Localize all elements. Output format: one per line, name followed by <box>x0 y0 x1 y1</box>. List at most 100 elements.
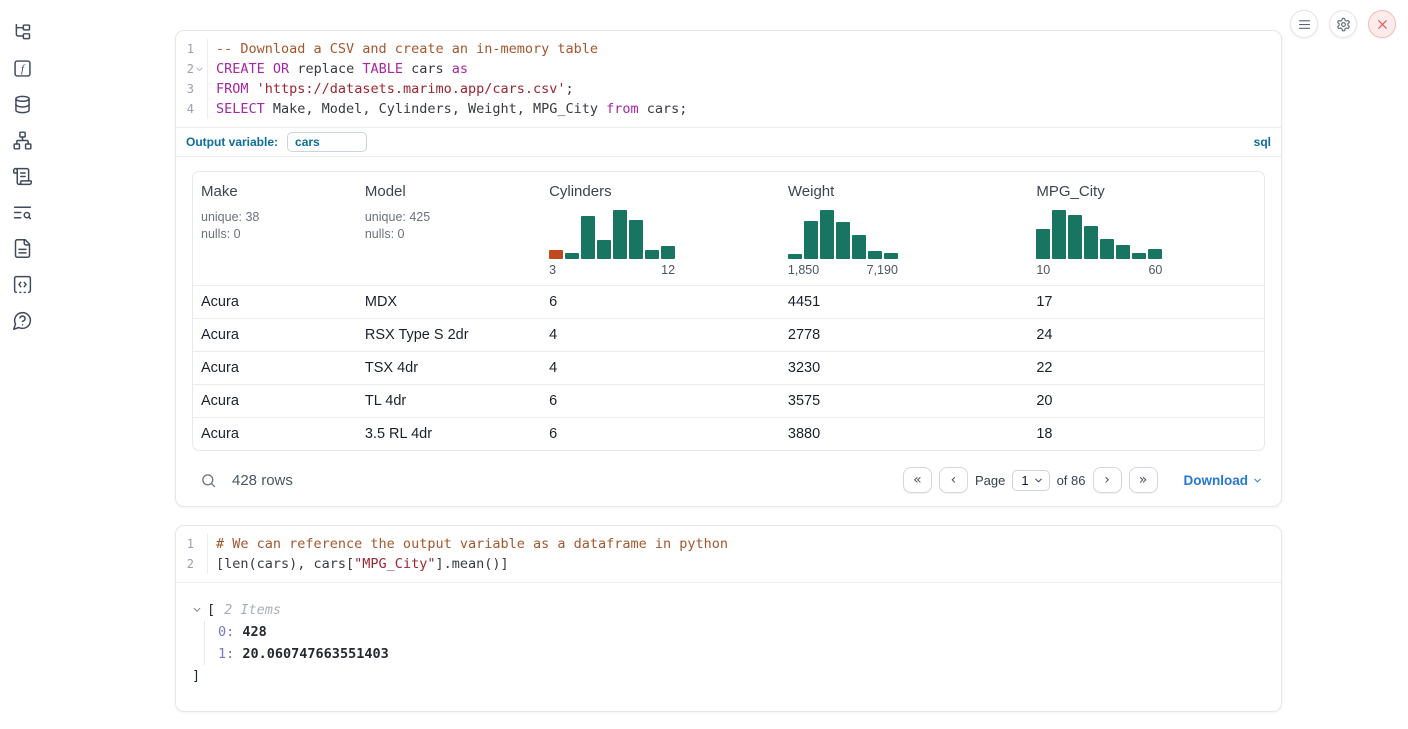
page-label: Page <box>975 473 1005 488</box>
histogram-bar[interactable] <box>868 251 882 259</box>
table-row[interactable]: Acura3.5 RL 4dr6388018 <box>193 417 1264 450</box>
settings-gear-icon[interactable] <box>1329 10 1357 38</box>
code-lines[interactable]: # We can reference the output variable a… <box>208 534 1281 574</box>
python-output: [ 2 Items 0: 428 1: 20.060747663551403 ] <box>176 582 1281 711</box>
output-variable-label: Output variable: <box>186 135 278 149</box>
histogram-bar[interactable] <box>1100 239 1114 259</box>
histogram-bar[interactable] <box>1132 253 1146 259</box>
data-table: Makeunique: 38nulls: 0Modelunique: 425nu… <box>192 171 1265 451</box>
histogram-bar[interactable] <box>1084 226 1098 259</box>
column-stats: unique: 425nulls: 0 <box>365 209 533 243</box>
logs-search-icon[interactable] <box>11 201 33 223</box>
first-page-button[interactable]: « <box>903 467 932 493</box>
code-line[interactable]: FROM 'https://datasets.marimo.app/cars.c… <box>216 79 1281 99</box>
code-lines[interactable]: -- Download a CSV and create an in-memor… <box>208 39 1281 119</box>
search-icon[interactable] <box>200 472 217 489</box>
file-explorer-icon[interactable] <box>11 21 33 43</box>
output-variable-input[interactable] <box>287 132 367 152</box>
code-line[interactable]: CREATE OR replace TABLE cars as <box>216 59 1281 79</box>
column-histogram[interactable]: 1,8507,190 <box>788 209 898 277</box>
code-line[interactable]: -- Download a CSV and create an in-memor… <box>216 39 1281 59</box>
item-value: 428 <box>242 624 266 640</box>
table-body: AcuraMDX6445117AcuraRSX Type S 2dr427782… <box>193 285 1264 450</box>
histogram-axis-labels: 1,8507,190 <box>788 263 898 277</box>
items-count-label: 2 Items <box>224 599 281 621</box>
table-cell: TL 4dr <box>357 385 541 417</box>
unique-count: unique: 38 <box>201 209 349 226</box>
histogram-bar[interactable] <box>661 246 675 259</box>
column-header-weight[interactable]: Weight1,8507,190 <box>780 172 1028 285</box>
next-page-button[interactable]: › <box>1093 467 1122 493</box>
histogram-bar[interactable] <box>565 253 579 259</box>
axis-max-label: 7,190 <box>867 263 898 277</box>
column-header-model[interactable]: Modelunique: 425nulls: 0 <box>357 172 541 285</box>
result-item: 1: 20.060747663551403 <box>218 643 1265 665</box>
table-cell: MDX <box>357 286 541 318</box>
code-line[interactable]: # We can reference the output variable a… <box>216 534 1281 554</box>
table-cell: 6 <box>541 418 780 450</box>
menu-icon[interactable] <box>1290 10 1318 38</box>
histogram-bar[interactable] <box>836 222 850 259</box>
line-number[interactable]: 2 <box>176 59 207 79</box>
shutdown-close-icon[interactable] <box>1368 10 1396 38</box>
axis-max-label: 60 <box>1148 263 1162 277</box>
sql-code-editor[interactable]: 1234 -- Download a CSV and create an in-… <box>176 31 1281 127</box>
download-button[interactable]: Download <box>1184 473 1264 488</box>
histogram-bar[interactable] <box>629 220 643 259</box>
column-header-make[interactable]: Makeunique: 38nulls: 0 <box>193 172 357 285</box>
column-name: Cylinders <box>549 183 772 200</box>
histogram-bar[interactable] <box>1036 229 1050 259</box>
datasources-database-icon[interactable] <box>11 93 33 115</box>
documentation-file-icon[interactable] <box>11 237 33 259</box>
table-row[interactable]: AcuraTL 4dr6357520 <box>193 384 1264 417</box>
chevron-down-icon <box>1252 475 1263 486</box>
table-cell: 18 <box>1028 418 1264 450</box>
histogram-bar[interactable] <box>645 250 659 259</box>
null-count: nulls: 0 <box>365 226 533 243</box>
histogram-bar[interactable] <box>581 216 595 259</box>
python-code-editor[interactable]: 12 # We can reference the output variabl… <box>176 526 1281 582</box>
histogram-bar[interactable] <box>613 210 627 259</box>
dependency-graph-icon[interactable] <box>11 129 33 151</box>
histogram-bar[interactable] <box>788 254 802 259</box>
scratchpad-scroll-icon[interactable] <box>11 165 33 187</box>
page-select[interactable]: 1 <box>1012 470 1049 491</box>
histogram-bar[interactable] <box>820 210 834 259</box>
table-cell: Acura <box>193 418 357 450</box>
table-row[interactable]: AcuraTSX 4dr4323022 <box>193 351 1264 384</box>
fold-chevron-icon <box>194 65 205 74</box>
histogram-bar[interactable] <box>597 240 611 259</box>
language-badge[interactable]: sql <box>1254 135 1271 149</box>
variables-function-icon[interactable]: f <box>11 57 33 79</box>
table-cell: 17 <box>1028 286 1264 318</box>
result-item: 0: 428 <box>218 621 1265 643</box>
histogram-bar[interactable] <box>884 253 898 259</box>
item-value: 20.060747663551403 <box>242 646 388 662</box>
snippets-code-icon[interactable] <box>11 273 33 295</box>
help-icon[interactable] <box>11 309 33 331</box>
table-row[interactable]: AcuraRSX Type S 2dr4277824 <box>193 318 1264 351</box>
column-header-mpg_city[interactable]: MPG_City1060 <box>1028 172 1264 285</box>
item-index: 0: <box>218 624 234 640</box>
histogram-axis-labels: 312 <box>549 263 675 277</box>
line-number: 2 <box>176 554 207 574</box>
code-line[interactable]: SELECT Make, Model, Cylinders, Weight, M… <box>216 99 1281 119</box>
close-bracket: ] <box>192 665 1265 687</box>
previous-page-button[interactable]: ‹ <box>939 467 968 493</box>
table-row[interactable]: AcuraMDX6445117 <box>193 285 1264 318</box>
table-cell: 20 <box>1028 385 1264 417</box>
histogram-bar[interactable] <box>804 221 818 259</box>
column-histogram[interactable]: 1060 <box>1036 209 1162 277</box>
table-cell: 24 <box>1028 319 1264 351</box>
histogram-bar[interactable] <box>1068 215 1082 259</box>
collapse-chevron-icon[interactable] <box>192 605 202 615</box>
code-line[interactable]: [len(cars), cars["MPG_City"].mean()] <box>216 554 1281 574</box>
last-page-button[interactable]: » <box>1129 467 1158 493</box>
histogram-bar[interactable] <box>1052 210 1066 259</box>
histogram-bar[interactable] <box>852 235 866 259</box>
histogram-bar[interactable] <box>1116 245 1130 259</box>
histogram-bar[interactable] <box>549 250 563 259</box>
column-histogram[interactable]: 312 <box>549 209 675 277</box>
column-header-cylinders[interactable]: Cylinders 312 <box>541 172 780 285</box>
histogram-bar[interactable] <box>1148 249 1162 259</box>
